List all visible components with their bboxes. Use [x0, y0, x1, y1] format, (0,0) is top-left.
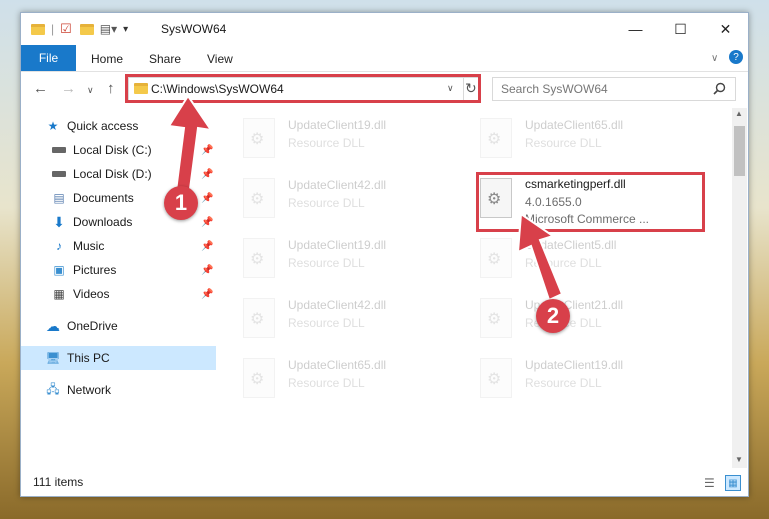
step-marker-2: 2	[536, 299, 570, 333]
annotation-arrows	[167, 94, 564, 302]
arrow-2-icon	[516, 212, 564, 302]
arrow-1-icon	[167, 94, 214, 193]
step-marker-1: 1	[164, 186, 198, 220]
